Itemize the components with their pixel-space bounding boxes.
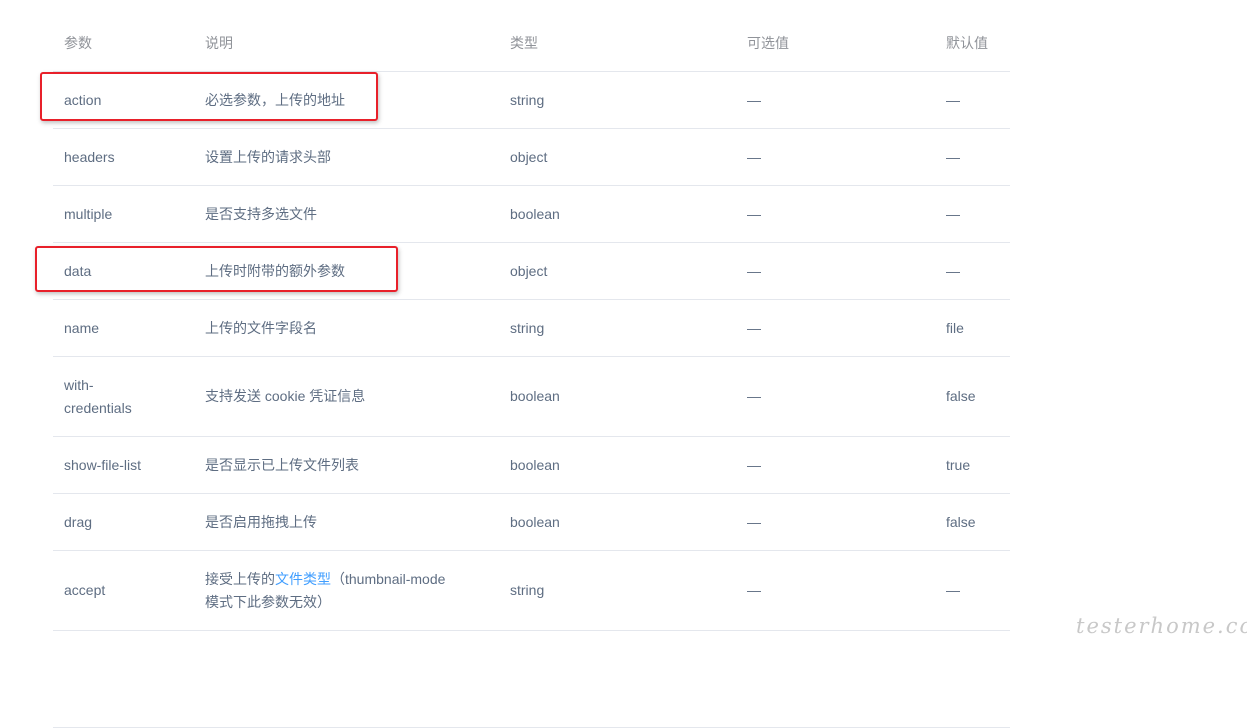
- table-row: multiple 是否支持多选文件 boolean — —: [53, 185, 1010, 243]
- cell-options: —: [736, 242, 935, 300]
- cell-param: with-credentials: [53, 356, 194, 437]
- watermark: testerhome.com: [1076, 614, 1247, 638]
- cell-param: accept: [53, 550, 194, 631]
- file-type-link[interactable]: 文件类型: [275, 571, 331, 587]
- cell-param: action: [53, 71, 194, 129]
- header-type: 类型: [499, 14, 736, 72]
- cell-description: 是否显示已上传文件列表: [194, 436, 499, 494]
- attributes-table: 参数 说明 类型 可选值 默认值 action 必选参数，上传的地址 strin…: [53, 14, 1010, 728]
- cell-default: —: [935, 128, 1010, 186]
- cell-type: string: [499, 550, 736, 631]
- cell-options: —: [736, 436, 935, 494]
- cell-default: true: [935, 436, 1010, 494]
- table-row: accept 接受上传的文件类型（thumbnail-mode 模式下此参数无效）…: [53, 550, 1010, 631]
- cell-description: 支持发送 cookie 凭证信息: [194, 356, 499, 437]
- desc-text: 模式下此参数无效）: [205, 593, 331, 610]
- table-row-partial: [53, 630, 1010, 728]
- cell-type: object: [499, 128, 736, 186]
- cell-type: boolean: [499, 356, 736, 437]
- cell-type: object: [499, 242, 736, 300]
- header-description: 说明: [194, 14, 499, 72]
- cell-description: 是否支持多选文件: [194, 185, 499, 243]
- cell-type: string: [499, 71, 736, 129]
- header-param: 参数: [53, 14, 194, 72]
- table-row: with-credentials 支持发送 cookie 凭证信息 boolea…: [53, 356, 1010, 437]
- cell-type: boolean: [499, 185, 736, 243]
- param-line-1: with-: [64, 376, 94, 393]
- table-row: name 上传的文件字段名 string — file: [53, 299, 1010, 357]
- cell-param: data: [53, 242, 194, 300]
- cell-description: 是否启用拖拽上传: [194, 493, 499, 551]
- header-options: 可选值: [736, 14, 935, 72]
- cell-param: show-file-list: [53, 436, 194, 494]
- param-line-2: credentials: [64, 399, 132, 416]
- table-row: action 必选参数，上传的地址 string — —: [53, 71, 1010, 129]
- cell-options: —: [736, 493, 935, 551]
- cell-options: —: [736, 185, 935, 243]
- attributes-table-container: 参数 说明 类型 可选值 默认值 action 必选参数，上传的地址 strin…: [53, 14, 1010, 728]
- cell-description: 接受上传的文件类型（thumbnail-mode 模式下此参数无效）: [194, 550, 499, 631]
- cell-default: —: [935, 71, 1010, 129]
- cell-type: boolean: [499, 436, 736, 494]
- table-header-row: 参数 说明 类型 可选值 默认值: [53, 14, 1010, 72]
- cell-options: —: [736, 71, 935, 129]
- desc-text: （thumbnail-mode: [331, 570, 446, 587]
- cell-default: —: [935, 242, 1010, 300]
- table-row: drag 是否启用拖拽上传 boolean — false: [53, 493, 1010, 551]
- cell-default: —: [935, 185, 1010, 243]
- cell-param: drag: [53, 493, 194, 551]
- cell-param: multiple: [53, 185, 194, 243]
- cell-options: —: [736, 128, 935, 186]
- cell-options: —: [736, 550, 935, 631]
- cell-description: 上传时附带的额外参数: [194, 242, 499, 300]
- cell-options: —: [736, 299, 935, 357]
- cell-default: false: [935, 356, 1010, 437]
- cell-description: 设置上传的请求头部: [194, 128, 499, 186]
- cell-description: 上传的文件字段名: [194, 299, 499, 357]
- cell-param: name: [53, 299, 194, 357]
- cell-description: 必选参数，上传的地址: [194, 71, 499, 129]
- table-row: headers 设置上传的请求头部 object — —: [53, 128, 1010, 186]
- table-row: data 上传时附带的额外参数 object — —: [53, 242, 1010, 300]
- cell-default: false: [935, 493, 1010, 551]
- cell-type: string: [499, 299, 736, 357]
- cell-param: headers: [53, 128, 194, 186]
- table-row: show-file-list 是否显示已上传文件列表 boolean — tru…: [53, 436, 1010, 494]
- cell-default: file: [935, 299, 1010, 357]
- cell-type: boolean: [499, 493, 736, 551]
- cell-default: —: [935, 550, 1010, 631]
- desc-text: 接受上传的: [205, 570, 275, 587]
- cell-options: —: [736, 356, 935, 437]
- header-default: 默认值: [935, 14, 1010, 72]
